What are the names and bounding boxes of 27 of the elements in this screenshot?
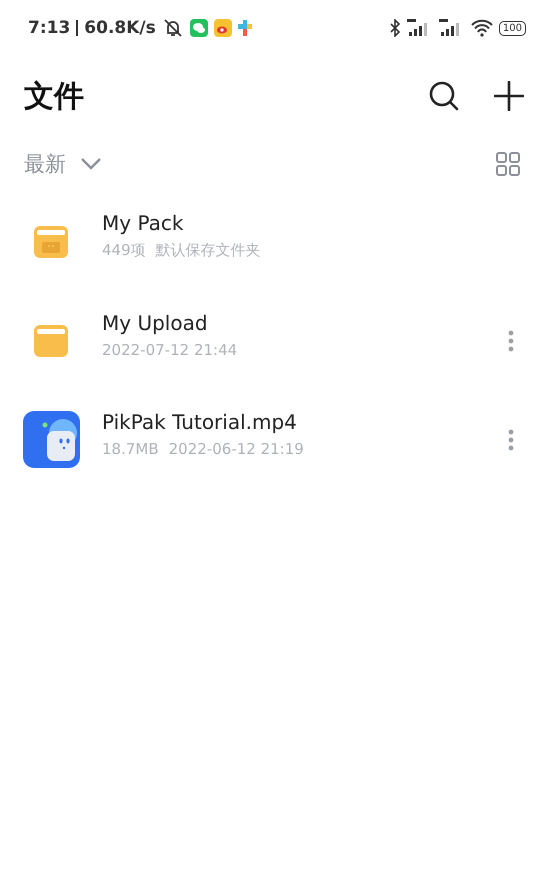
wifi-icon bbox=[470, 19, 493, 37]
network-speed: 60.8K/s bbox=[84, 18, 156, 38]
folder-icon bbox=[33, 322, 69, 358]
page-title: 文件 bbox=[24, 78, 84, 116]
file-detail: 18.7MB bbox=[102, 440, 159, 458]
battery-indicator: 100 bbox=[498, 20, 526, 36]
chat-app-icon bbox=[190, 19, 208, 37]
status-time: 7:13 bbox=[28, 18, 70, 38]
grid-view-icon[interactable] bbox=[496, 152, 520, 176]
chevron-down-icon[interactable] bbox=[80, 157, 102, 171]
file-name[interactable]: PikPak Tutorial.mp4 bbox=[102, 410, 508, 434]
file-name[interactable]: My Upload bbox=[102, 310, 508, 334]
file-detail: 449项 bbox=[102, 241, 146, 260]
search-icon[interactable] bbox=[428, 80, 460, 112]
file-name[interactable]: My Pack bbox=[102, 211, 514, 235]
app-icon bbox=[214, 19, 232, 37]
more-options-icon[interactable] bbox=[508, 330, 514, 352]
package-folder-icon bbox=[33, 224, 69, 260]
muted-bell-icon bbox=[162, 18, 184, 38]
more-options-icon[interactable] bbox=[508, 428, 514, 450]
add-icon[interactable] bbox=[494, 81, 524, 111]
file-detail: 2022-07-12 21:44 bbox=[102, 340, 238, 358]
file-detail: 默认保存文件夹 bbox=[156, 241, 261, 260]
file-detail: 2022-06-12 21:19 bbox=[168, 440, 304, 458]
bluetooth-icon bbox=[388, 19, 401, 37]
robot-app-icon bbox=[22, 411, 80, 468]
puzzle-icon bbox=[238, 20, 252, 36]
